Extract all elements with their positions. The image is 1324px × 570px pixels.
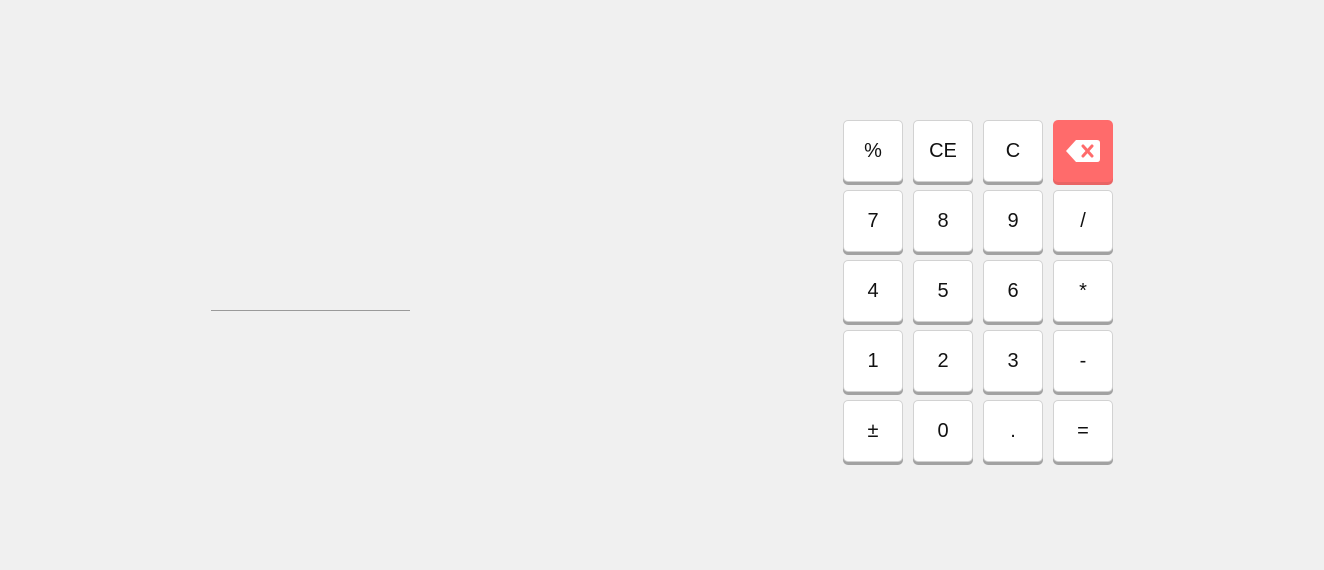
key-divide[interactable]: / — [1053, 190, 1113, 252]
key-label: = — [1077, 419, 1089, 442]
display-field — [211, 310, 410, 311]
key-label: 3 — [1007, 349, 1019, 372]
key-equals[interactable]: = — [1053, 400, 1113, 462]
key-2[interactable]: 2 — [913, 330, 973, 392]
key-multiply[interactable]: * — [1053, 260, 1113, 322]
key-subtract[interactable]: - — [1053, 330, 1113, 392]
key-label: 8 — [937, 209, 949, 232]
key-7[interactable]: 7 — [843, 190, 903, 252]
key-label: % — [864, 139, 882, 162]
key-label: C — [1005, 139, 1021, 162]
key-decimal[interactable]: . — [983, 400, 1043, 462]
key-label: 4 — [867, 279, 879, 302]
key-plus-minus[interactable]: ± — [843, 400, 903, 462]
key-label: ± — [867, 419, 879, 442]
key-clear-entry[interactable]: CE — [913, 120, 973, 182]
key-9[interactable]: 9 — [983, 190, 1043, 252]
key-label: 2 — [937, 349, 949, 372]
key-label: CE — [929, 139, 957, 162]
key-5[interactable]: 5 — [913, 260, 973, 322]
key-label: / — [1080, 209, 1086, 232]
key-0[interactable]: 0 — [913, 400, 973, 462]
key-label: . — [1010, 419, 1016, 442]
keypad: % CE C 7 8 9 / 4 5 6 * 1 2 3 - ±0. = — [843, 120, 1113, 462]
key-4[interactable]: 4 — [843, 260, 903, 322]
key-clear[interactable]: C — [983, 120, 1043, 182]
key-label: 7 — [867, 209, 879, 232]
key-3[interactable]: 3 — [983, 330, 1043, 392]
key-8[interactable]: 8 — [913, 190, 973, 252]
key-label: * — [1079, 279, 1087, 302]
key-label: 5 — [937, 279, 949, 302]
key-label: 9 — [1007, 209, 1019, 232]
key-label: 1 — [867, 349, 879, 372]
key-percent[interactable]: % — [843, 120, 903, 182]
backspace-icon — [1065, 139, 1101, 163]
key-6[interactable]: 6 — [983, 260, 1043, 322]
key-label: 0 — [937, 419, 949, 442]
key-label: 6 — [1007, 279, 1019, 302]
key-1[interactable]: 1 — [843, 330, 903, 392]
key-label: - — [1079, 349, 1087, 372]
key-backspace[interactable] — [1053, 120, 1113, 182]
